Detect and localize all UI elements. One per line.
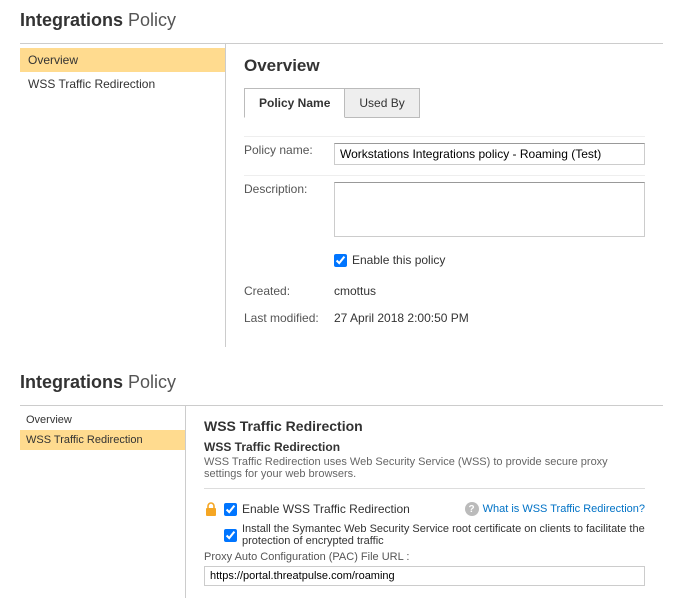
tab-used-by[interactable]: Used By [345, 88, 419, 118]
main-panel: Overview Policy Name Used By Policy name… [225, 44, 663, 347]
sidebar2-item-wss[interactable]: WSS Traffic Redirection [20, 430, 185, 450]
divider [204, 488, 645, 489]
sub-desc: WSS Traffic Redirection uses Web Securit… [204, 456, 645, 480]
sidebar2-item-overview[interactable]: Overview [20, 410, 185, 430]
created-label: Created: [244, 281, 334, 298]
install-cert-checkbox[interactable] [224, 529, 237, 542]
enable-wss-checkbox-row[interactable]: Enable WSS Traffic Redirection [224, 502, 410, 516]
main-title-2: WSS Traffic Redirection [204, 418, 645, 434]
tab-policy-name[interactable]: Policy Name [244, 88, 345, 118]
title-light-2: Policy [128, 372, 176, 392]
help-link-text: What is WSS Traffic Redirection? [483, 503, 645, 515]
sidebar: Overview WSS Traffic Redirection [20, 44, 225, 347]
enable-wss-checkbox[interactable] [224, 503, 237, 516]
install-cert-checkbox-row[interactable]: Install the Symantec Web Security Servic… [224, 523, 645, 547]
sidebar-item-wss[interactable]: WSS Traffic Redirection [20, 72, 225, 96]
title-bold-2: Integrations [20, 372, 123, 392]
main-title: Overview [244, 56, 645, 76]
sidebar-2: Overview WSS Traffic Redirection [20, 406, 185, 598]
policy-name-input[interactable] [334, 143, 645, 165]
sidebar-item-label: Overview [28, 53, 78, 67]
main-panel-2: WSS Traffic Redirection WSS Traffic Redi… [185, 406, 663, 598]
tab-label: Used By [359, 96, 404, 110]
modified-label: Last modified: [244, 308, 334, 325]
sidebar-item-label: WSS Traffic Redirection [26, 434, 143, 446]
sidebar-item-label: Overview [26, 414, 72, 426]
page-title: Integrations Policy [20, 10, 663, 31]
policy-name-label: Policy name: [244, 140, 334, 165]
sub-title: WSS Traffic Redirection [204, 440, 645, 454]
install-cert-label: Install the Symantec Web Security Servic… [242, 523, 645, 547]
title-bold: Integrations [20, 10, 123, 30]
modified-value: 27 April 2018 2:00:50 PM [334, 308, 645, 325]
enable-policy-label: Enable this policy [352, 253, 445, 267]
pac-label: Proxy Auto Configuration (PAC) File URL … [204, 551, 645, 563]
enable-policy-checkbox[interactable] [334, 254, 347, 267]
description-label: Description: [244, 179, 334, 240]
enable-policy-checkbox-row[interactable]: Enable this policy [334, 253, 645, 267]
page-title-2: Integrations Policy [20, 372, 663, 393]
help-icon: ? [465, 502, 479, 516]
title-light: Policy [128, 10, 176, 30]
help-link[interactable]: What is WSS Traffic Redirection? [483, 503, 645, 515]
sidebar-item-label: WSS Traffic Redirection [28, 77, 155, 91]
description-input[interactable] [334, 182, 645, 237]
sidebar-item-overview[interactable]: Overview [20, 48, 225, 72]
created-value: cmottus [334, 281, 645, 298]
tab-label: Policy Name [259, 96, 330, 110]
enable-wss-label: Enable WSS Traffic Redirection [242, 502, 410, 516]
pac-url-input[interactable] [204, 566, 645, 586]
tabs: Policy Name Used By [244, 88, 645, 118]
lock-icon [204, 501, 218, 517]
